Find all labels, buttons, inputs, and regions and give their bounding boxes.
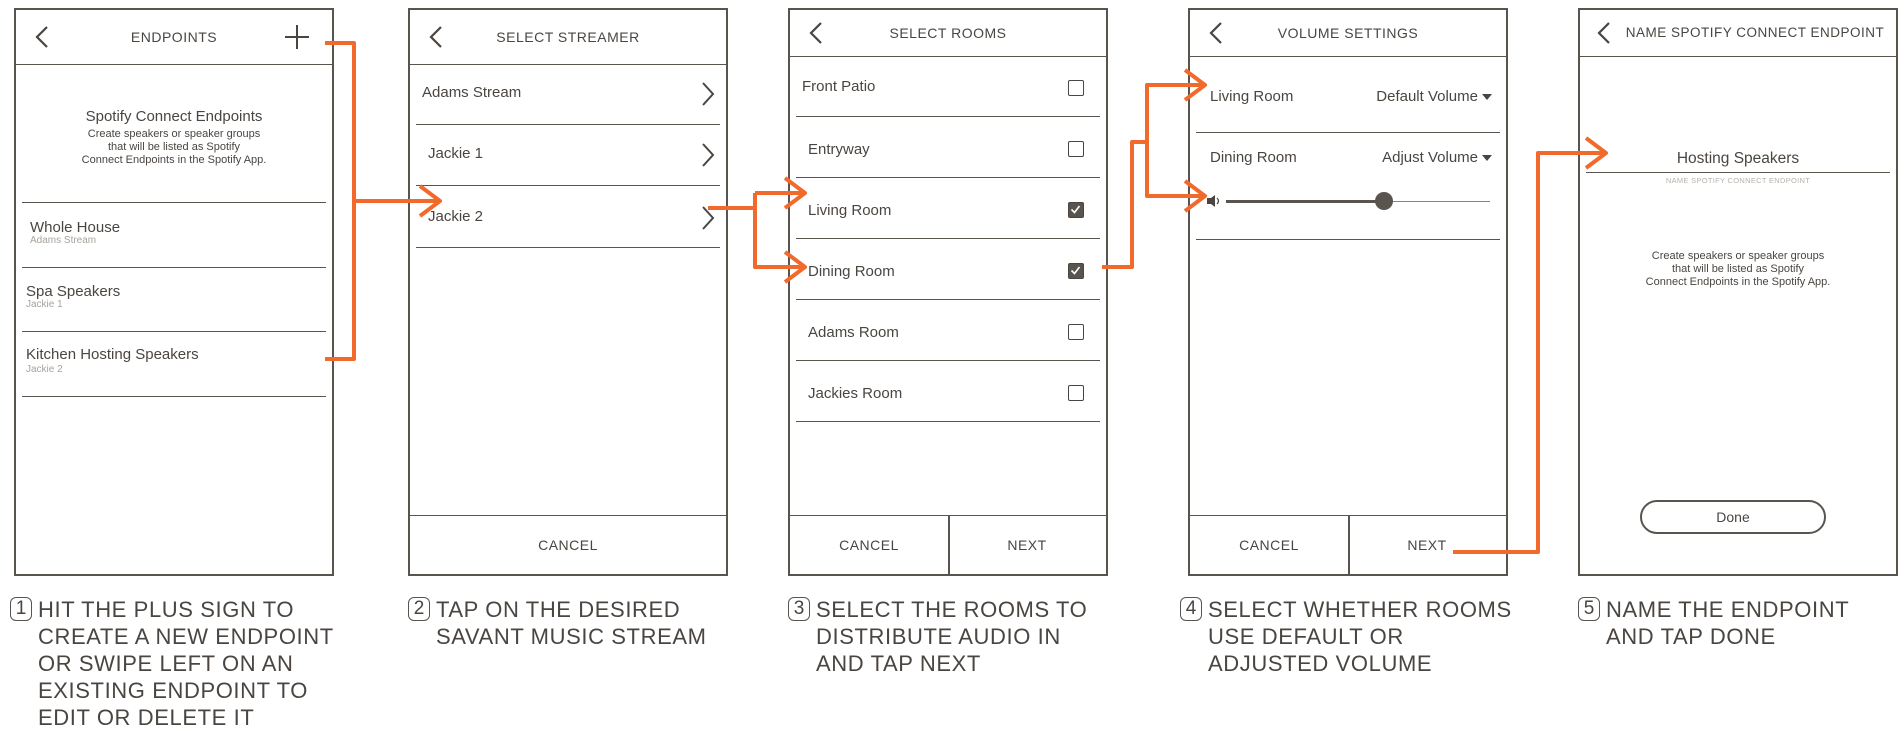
page-title: SELECT ROOMS	[889, 25, 1007, 41]
description: Create speakers or speaker groups that w…	[1645, 250, 1831, 288]
header: NAME SPOTIFY CONNECT ENDPOINT	[1580, 10, 1896, 57]
chevron-right-icon	[702, 82, 715, 106]
next-button[interactable]: NEXT	[948, 516, 1106, 574]
room-name: Adams Room	[808, 324, 899, 341]
room-name: Jackies Room	[808, 385, 903, 402]
room-row[interactable]: Adams Room	[796, 300, 1100, 361]
chevron-right-icon	[702, 206, 715, 230]
checkbox-checked[interactable]	[1068, 263, 1084, 279]
caret-down-icon	[1482, 94, 1492, 100]
room-row[interactable]: Jackies Room	[796, 361, 1100, 422]
done-button[interactable]: Done	[1640, 500, 1826, 534]
volume-setting[interactable]: Default Volume	[1376, 88, 1478, 105]
screen-select-rooms: SELECT ROOMS Front Patio Entryway Living R…	[788, 8, 1108, 576]
screen-endpoints: ENDPOINTS Spotify Connect Endpoints Crea…	[14, 8, 334, 576]
room-row[interactable]: Living Room	[796, 178, 1100, 239]
item-sub: Adams Stream	[30, 235, 97, 246]
item-name: Kitchen Hosting Speakers	[26, 346, 199, 363]
room-row[interactable]: Dining Room	[796, 239, 1100, 300]
description: Create speakers or speaker groups that w…	[81, 128, 267, 166]
checkbox[interactable]	[1068, 385, 1084, 401]
footer: CANCEL	[410, 515, 726, 574]
header: SELECT STREAMER	[410, 10, 726, 65]
cancel-button[interactable]: CANCEL	[790, 516, 948, 574]
item-sub: Jackie 2	[26, 364, 63, 375]
list-item[interactable]: Adams Stream	[416, 64, 720, 125]
footer: CANCEL NEXT	[790, 515, 1106, 574]
slider-thumb[interactable]	[1375, 192, 1394, 210]
section-heading: Spotify Connect Endpoints	[85, 108, 263, 125]
checkbox[interactable]	[1068, 324, 1084, 340]
slider-fill	[1226, 200, 1385, 203]
page-title: NAME SPOTIFY CONNECT ENDPOINT	[1625, 25, 1885, 40]
step-caption: 5 NAME THE ENDPOINT AND TAP DONE	[1578, 596, 1849, 650]
room-row[interactable]: Entryway	[796, 117, 1100, 178]
step-caption: 1 HIT THE PLUS SIGN TO CREATE A NEW ENDP…	[10, 596, 334, 731]
chevron-right-icon	[702, 143, 715, 167]
list-item[interactable]: Jackie 1	[416, 125, 720, 186]
next-button[interactable]: NEXT	[1348, 516, 1506, 574]
room-name: Dining Room	[1210, 149, 1297, 166]
speaker-icon	[1207, 195, 1220, 207]
step-text: NAME THE ENDPOINT AND TAP DONE	[1606, 597, 1850, 649]
room-name: Front Patio	[802, 78, 876, 95]
step-number: 4	[1180, 597, 1202, 621]
volume-setting[interactable]: Adjust Volume	[1382, 149, 1478, 166]
room-row[interactable]: Front Patio	[796, 56, 1100, 117]
item-name: Adams Stream	[422, 84, 522, 101]
room-name: Living Room	[808, 202, 892, 219]
checkbox[interactable]	[1068, 80, 1084, 96]
step-number: 5	[1578, 597, 1600, 621]
plus-icon[interactable]	[284, 24, 310, 50]
item-name: Spa Speakers	[26, 283, 121, 300]
list-item[interactable]: Spa Speakers Jackie 1	[22, 267, 326, 332]
header: SELECT ROOMS	[790, 10, 1106, 57]
step-caption: 4 SELECT WHETHER ROOMS USE DEFAULT OR AD…	[1180, 596, 1512, 677]
checkmark-icon	[1070, 266, 1081, 275]
step-text: TAP ON THE DESIRED SAVANT MUSIC STREAM	[436, 597, 707, 649]
cancel-button[interactable]: CANCEL	[1190, 516, 1348, 574]
room-name: Entryway	[808, 141, 870, 158]
name-field-value: Hosting Speakers	[1676, 150, 1800, 167]
done-label: Done	[1716, 509, 1750, 525]
checkmark-icon	[1070, 205, 1081, 214]
screen-name-endpoint: NAME SPOTIFY CONNECT ENDPOINT Hosting Sp…	[1578, 8, 1898, 576]
screen-volume-settings: VOLUME SETTINGS Living Room Default Volu…	[1188, 8, 1508, 576]
caret-down-icon	[1482, 155, 1492, 161]
room-name: Dining Room	[808, 263, 895, 280]
list-item[interactable]: Kitchen Hosting Speakers Jackie 2	[22, 332, 326, 397]
checkbox-checked[interactable]	[1068, 202, 1084, 218]
name-field[interactable]: Hosting Speakers	[1586, 142, 1890, 173]
item-name: Whole House	[30, 219, 121, 236]
item-name: Jackie 2	[428, 208, 484, 225]
volume-slider[interactable]	[1226, 192, 1490, 210]
header: ENDPOINTS	[16, 10, 332, 65]
list-item[interactable]: Whole House Adams Stream	[22, 202, 326, 268]
checkbox[interactable]	[1068, 141, 1084, 157]
page-title: VOLUME SETTINGS	[1277, 25, 1419, 41]
item-sub: Jackie 1	[26, 299, 63, 310]
step-number: 1	[10, 597, 32, 621]
footer: CANCEL NEXT	[1190, 515, 1506, 574]
step-caption: 2 TAP ON THE DESIRED SAVANT MUSIC STREAM	[408, 596, 707, 650]
list-item[interactable]: Jackie 2	[416, 186, 720, 248]
step-number: 3	[788, 597, 810, 621]
step-caption: 3 SELECT THE ROOMS TO DISTRIBUTE AUDIO I…	[788, 596, 1087, 677]
name-field-caption: NAME SPOTIFY CONNECT ENDPOINT	[1665, 176, 1811, 185]
page-title: SELECT STREAMER	[496, 29, 640, 45]
volume-row[interactable]: Dining Room Adjust Volume	[1196, 133, 1500, 240]
step-text: HIT THE PLUS SIGN TO CREATE A NEW ENDPOI…	[38, 597, 334, 730]
room-name: Living Room	[1210, 88, 1294, 105]
cancel-button[interactable]: CANCEL	[410, 516, 726, 574]
step-text: SELECT WHETHER ROOMS USE DEFAULT OR ADJU…	[1208, 597, 1512, 676]
step-text: SELECT THE ROOMS TO DISTRIBUTE AUDIO IN …	[816, 597, 1088, 676]
screen-select-streamer: SELECT STREAMER Adams Stream Jackie 1 Ja…	[408, 8, 728, 576]
item-name: Jackie 1	[428, 145, 484, 162]
volume-row[interactable]: Living Room Default Volume	[1196, 56, 1500, 133]
header: VOLUME SETTINGS	[1190, 10, 1506, 57]
step-number: 2	[408, 597, 430, 621]
